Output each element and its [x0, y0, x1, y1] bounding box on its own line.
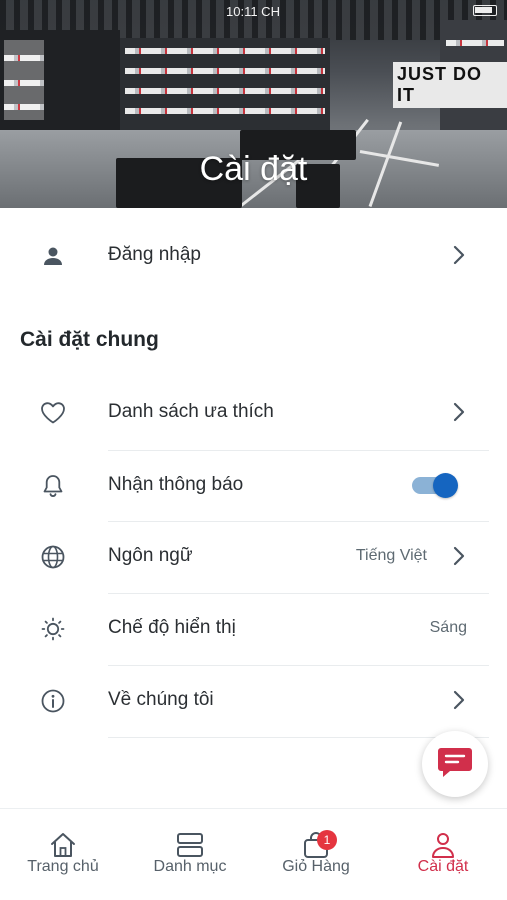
shoe-row [125, 68, 325, 74]
nav-categories[interactable]: Danh mục [127, 809, 253, 900]
chat-button[interactable] [422, 731, 488, 797]
store-sign: JUST DO IT [393, 62, 507, 108]
shoe-row [125, 48, 325, 54]
page-title: Cài đặt [199, 150, 308, 188]
sun-icon [38, 614, 68, 644]
section-title: Cài đặt chung [20, 328, 159, 351]
divider [108, 737, 489, 738]
shoe-row [446, 40, 504, 46]
nav-home-label: Trang chủ [27, 858, 99, 875]
favorites-row[interactable]: Danh sách ưa thích [0, 376, 507, 448]
toggle-knob [433, 473, 458, 498]
cart-badge: 1 [317, 830, 337, 850]
settings-person-icon [428, 831, 458, 859]
shoe-row [4, 55, 44, 61]
header-banner: JUST DO IT 10:11 CH Cài đặt [0, 0, 507, 208]
favorites-label: Danh sách ưa thích [108, 401, 274, 422]
about-label: Về chúng tôi [108, 689, 214, 710]
nav-categories-label: Danh mục [153, 858, 227, 875]
bell-icon [38, 471, 68, 501]
heart-icon [38, 398, 68, 428]
info-icon [38, 686, 68, 716]
language-value: Tiếng Việt [355, 547, 427, 564]
status-time: 10:11 CH [226, 4, 280, 19]
nav-home[interactable]: Trang chủ [0, 809, 126, 900]
login-label: Đăng nhập [108, 244, 201, 265]
shoe-row [125, 108, 325, 114]
chevron-right-icon [449, 689, 469, 711]
nav-cart-label: Giỏ Hàng [282, 858, 350, 875]
display-mode-row[interactable]: Chế độ hiển thị Sáng [0, 592, 507, 664]
chat-icon [436, 745, 474, 784]
about-row[interactable]: Về chúng tôi [0, 664, 507, 736]
notifications-toggle[interactable] [412, 473, 458, 498]
globe-icon [38, 542, 68, 572]
language-label: Ngôn ngữ [108, 545, 193, 566]
chevron-right-icon [449, 401, 469, 423]
bottom-nav: Trang chủ Danh mục Giỏ Hàng Cài đặt [0, 808, 507, 900]
nav-cart[interactable]: Giỏ Hàng [253, 809, 379, 900]
display-mode-label: Chế độ hiển thị [108, 617, 236, 638]
nav-settings[interactable]: Cài đặt [380, 809, 506, 900]
shoe-row [4, 80, 44, 86]
home-icon [48, 831, 78, 859]
shoe-row [4, 104, 44, 110]
display-mode-value: Sáng [429, 619, 467, 636]
shoe-row [125, 88, 325, 94]
nav-settings-label: Cài đặt [417, 858, 469, 875]
battery-icon [473, 5, 497, 16]
login-row[interactable]: Đăng nhập [0, 219, 507, 291]
notifications-label: Nhận thông báo [108, 474, 244, 495]
chevron-right-icon [449, 545, 469, 567]
category-icon [175, 831, 205, 859]
person-icon [38, 241, 68, 271]
chevron-right-icon [449, 244, 469, 266]
language-row[interactable]: Ngôn ngữ Tiếng Việt [0, 520, 507, 592]
